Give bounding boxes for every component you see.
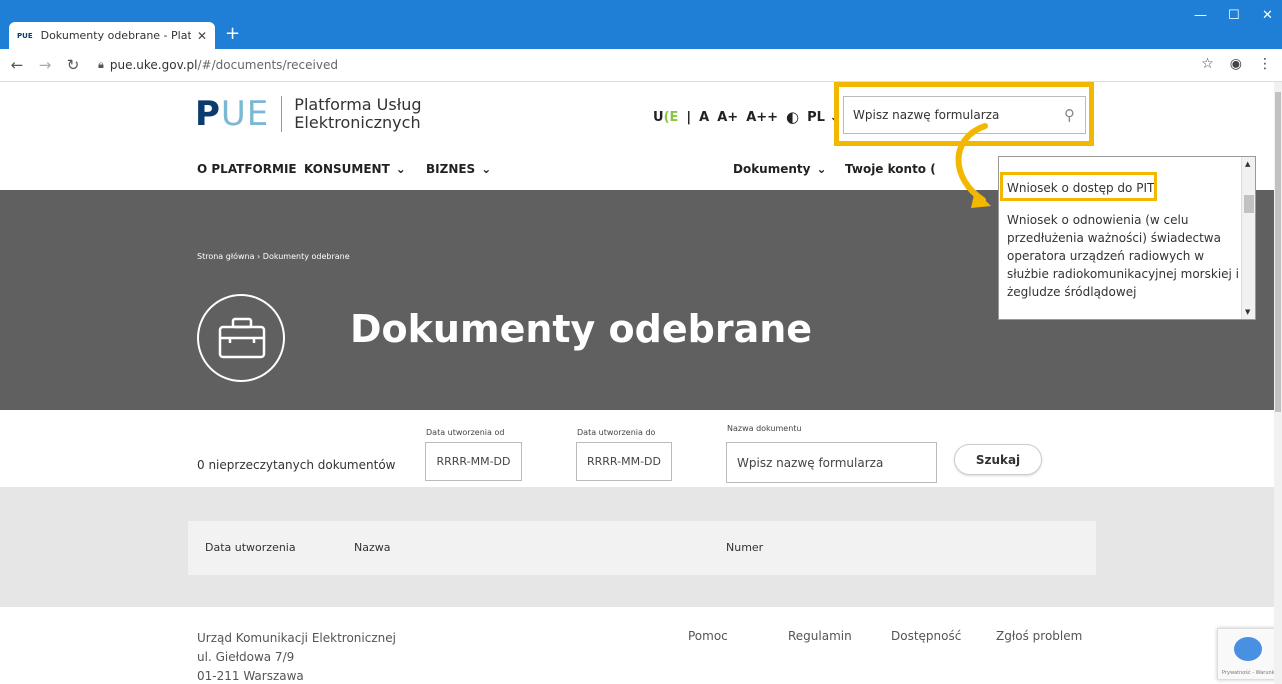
footer-address: Urząd Komunikacji Elektronicznej ul. Gie… — [197, 629, 396, 684]
url-path: /#/documents/received — [197, 58, 338, 72]
logo-ue: UE — [220, 94, 270, 134]
nav-dokumenty[interactable]: Dokumenty ⌄ — [733, 162, 827, 176]
new-tab-button[interactable]: + — [225, 25, 240, 43]
chevron-down-icon: ⌄ — [481, 162, 492, 176]
tab-title: Dokumenty odebrane - Platforma — [40, 29, 191, 42]
profile-icon[interactable]: ◉ — [1230, 56, 1242, 72]
close-window-icon[interactable]: ✕ — [1262, 8, 1273, 23]
address-bar: ← → ↻ 🔒︎ pue.uke.gov.pl/#/documents/rece… — [0, 49, 1282, 82]
page-scrollbar[interactable] — [1274, 82, 1282, 684]
search-button[interactable]: Szukaj — [954, 444, 1042, 475]
briefcase-icon — [197, 294, 285, 382]
search-icon[interactable]: ⚲ — [1064, 106, 1075, 124]
minimize-icon[interactable]: — — [1194, 8, 1207, 23]
recaptcha-text: Prywatność - Warunki — [1222, 670, 1276, 676]
menu-icon[interactable]: ⋮ — [1258, 56, 1272, 72]
chevron-down-icon: ⌄ — [816, 162, 827, 176]
recaptcha-icon — [1234, 637, 1262, 661]
font-size-xlarge[interactable]: A++ — [746, 110, 778, 125]
footer-link-zglos-problem[interactable]: Zgłoś problem — [996, 629, 1082, 643]
uke-logo[interactable]: U(E — [653, 110, 678, 125]
logo-divider — [281, 96, 283, 132]
footer-link-dostepnosc[interactable]: Dostępność — [891, 629, 961, 643]
url-field[interactable]: pue.uke.gov.pl/#/documents/received — [110, 58, 338, 72]
col-number[interactable]: Numer — [726, 541, 763, 554]
col-created[interactable]: Data utworzenia — [205, 541, 296, 554]
footer-address-line: Urząd Komunikacji Elektronicznej — [197, 631, 396, 645]
font-size-large[interactable]: A+ — [717, 110, 738, 125]
date-to-input[interactable]: RRRR-MM-DD — [576, 442, 672, 481]
footer-address-line: ul. Giełdowa 7/9 — [197, 650, 295, 664]
footer-link-pomoc[interactable]: Pomoc — [688, 629, 728, 643]
logo-line2: Elektronicznych — [294, 113, 421, 132]
suggestion-highlight — [1000, 172, 1157, 201]
accessibility-tools: U(E | A A+ A++ ◐ PL ⌄ — [653, 108, 840, 126]
page-title: Dokumenty odebrane — [350, 307, 813, 351]
footer-address-line: 01-211 Warszawa — [197, 669, 304, 683]
browser-tabbar: PUE Dokumenty odebrane - Platforma ✕ + —… — [0, 0, 1282, 49]
tab-close-icon[interactable]: ✕ — [197, 29, 207, 43]
footer-link-regulamin[interactable]: Regulamin — [788, 629, 852, 643]
star-icon[interactable]: ☆ — [1201, 56, 1214, 72]
scroll-down-icon[interactable]: ▼ — [1245, 308, 1250, 316]
scrollbar-thumb[interactable] — [1275, 92, 1281, 412]
breadcrumb: Strona główna › Dokumenty odebrane — [197, 252, 350, 261]
col-name[interactable]: Nazwa — [354, 541, 390, 554]
font-size-normal[interactable]: A — [699, 110, 709, 125]
doc-name-label: Nazwa dokumentu — [727, 424, 802, 433]
site-footer: Urząd Komunikacji Elektronicznej ul. Gie… — [0, 607, 1282, 684]
reload-icon[interactable]: ↻ — [62, 56, 84, 74]
contrast-icon[interactable]: ◐ — [786, 108, 799, 126]
nav-o-platformie[interactable]: O PLATFORMIE — [197, 162, 297, 176]
suggestions-scroll-thumb[interactable] — [1244, 195, 1254, 213]
scroll-up-icon[interactable]: ▲ — [1245, 160, 1250, 168]
tab-favicon: PUE — [17, 31, 33, 40]
nav-twoje-konto[interactable]: Twoje konto ( — [845, 162, 936, 176]
nav-konsument[interactable]: KONSUMENT ⌄ — [304, 162, 406, 176]
date-from-label: Data utworzenia od — [426, 428, 505, 437]
date-to-label: Data utworzenia do — [577, 428, 656, 437]
breadcrumb-home[interactable]: Strona główna — [197, 252, 255, 261]
pue-logo[interactable]: PUE Platforma Usług Elektronicznych — [195, 94, 422, 134]
chevron-down-icon: ⌄ — [395, 162, 406, 176]
date-from-input[interactable]: RRRR-MM-DD — [425, 442, 522, 481]
curved-arrow-icon — [955, 123, 991, 208]
recaptcha-badge[interactable]: Prywatność - Warunki — [1217, 628, 1277, 680]
breadcrumb-separator: › — [257, 252, 261, 261]
lock-icon: 🔒︎ — [98, 58, 104, 71]
unread-count: 0 nieprzeczytanych dokumentów — [197, 458, 396, 472]
doc-name-input[interactable]: Wpisz nazwę formularza — [726, 442, 937, 483]
forward-icon[interactable]: → — [34, 56, 56, 74]
tools-separator: | — [686, 109, 692, 125]
browser-tab[interactable]: PUE Dokumenty odebrane - Platforma ✕ — [9, 22, 215, 49]
suggestion-item[interactable]: Wniosek o odnowienia (w celu przedłużeni… — [1007, 211, 1243, 301]
url-host: pue.uke.gov.pl — [109, 58, 198, 72]
table-header: Data utworzenia Nazwa Numer — [188, 521, 1096, 575]
breadcrumb-current: Dokumenty odebrane — [262, 252, 350, 261]
suggestions-scrollbar[interactable]: ▲ ▼ — [1241, 157, 1255, 319]
back-icon[interactable]: ← — [6, 56, 28, 74]
logo-p: P — [195, 94, 221, 134]
filter-bar: 0 nieprzeczytanych dokumentów Data utwor… — [0, 410, 1282, 487]
nav-biznes[interactable]: BIZNES ⌄ — [426, 162, 491, 176]
maximize-icon[interactable]: ☐ — [1228, 8, 1240, 23]
logo-line1: Platforma Usług — [294, 95, 422, 114]
